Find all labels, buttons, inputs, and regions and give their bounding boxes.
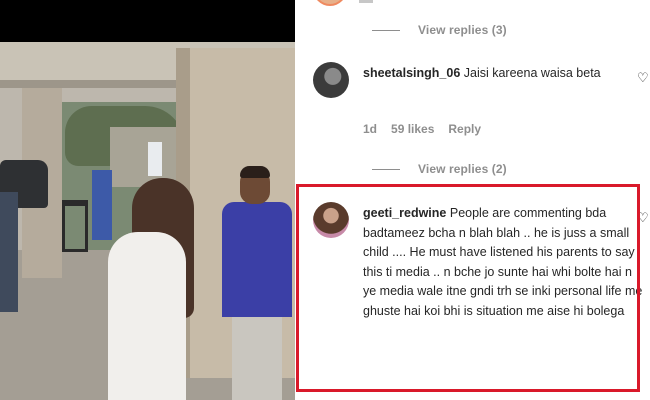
view-replies-label[interactable]: View replies (2)	[418, 162, 507, 176]
replies-dash	[372, 29, 400, 31]
replies-dash	[372, 168, 400, 170]
woman-white-outfit	[108, 232, 186, 400]
view-replies-button[interactable]: View replies (3)	[372, 20, 507, 40]
video-scene	[0, 42, 295, 400]
person-background-white	[148, 142, 162, 176]
person-left	[0, 192, 18, 312]
view-replies-label[interactable]: View replies (3)	[418, 23, 507, 37]
man-hair	[240, 166, 270, 178]
video-letterbox	[0, 0, 295, 42]
reply-button[interactable]: Reply	[448, 122, 481, 136]
person-background-blue	[92, 170, 112, 240]
heart-outline-icon[interactable]: ♡	[637, 70, 649, 86]
comment-likes[interactable]: 59 likes	[391, 122, 434, 136]
partial-text-fragment	[359, 0, 373, 3]
chair	[62, 200, 88, 252]
comment-age: 1d	[363, 122, 378, 136]
comment-text: Jaisi kareena waisa beta	[463, 66, 601, 80]
comment-body: sheetalsingh_06 Jaisi kareena waisa beta	[363, 64, 643, 84]
comment-meta: 1d 59 likes Reply	[363, 122, 495, 136]
avatar-partial[interactable]	[313, 0, 347, 6]
highlight-box	[296, 184, 640, 392]
avatar[interactable]	[313, 62, 349, 98]
view-replies-button[interactable]: View replies (2)	[372, 159, 507, 179]
video-frame[interactable]	[0, 0, 295, 400]
man-blue-shirt	[222, 202, 292, 317]
comment-username[interactable]: sheetalsingh_06	[363, 66, 460, 80]
man-legs	[232, 317, 282, 400]
